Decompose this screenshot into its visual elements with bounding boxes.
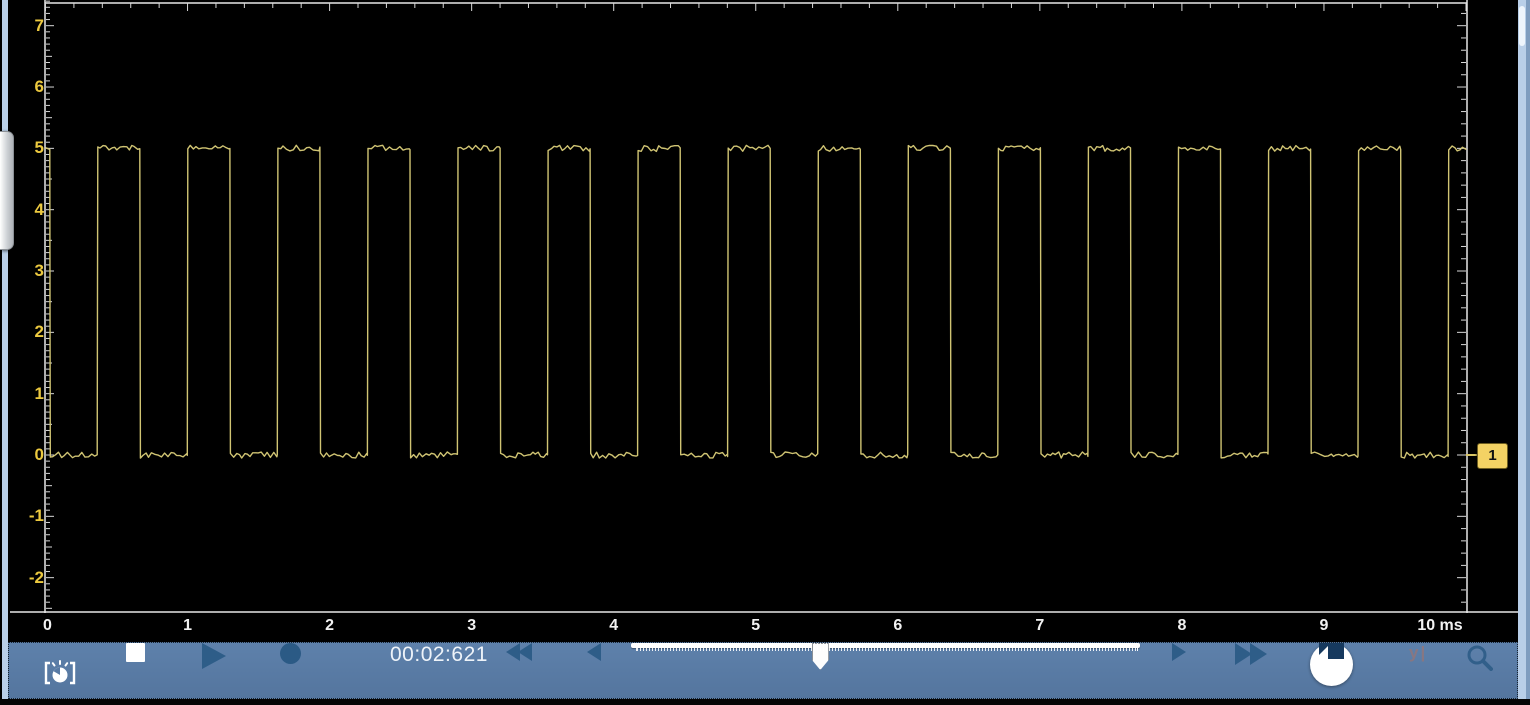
- playback-toolbar: 00:02:621 y|: [8, 642, 1518, 699]
- left-panel-tab-handle[interactable]: [0, 131, 14, 250]
- top-ruler-ticks: [46, 3, 1467, 11]
- right-scrollbar[interactable]: [1518, 0, 1526, 705]
- y-axis-label: -2: [14, 568, 44, 588]
- stopwatch-icon[interactable]: [43, 656, 77, 688]
- y-axis-label: -1: [14, 506, 44, 526]
- y-axis-label: 7: [14, 16, 44, 36]
- y-axis-label: 2: [14, 322, 44, 342]
- x-axis-label: 4: [609, 617, 618, 635]
- bottom-edge: [0, 699, 1530, 705]
- y-axis-label: 1: [14, 384, 44, 404]
- record-button[interactable]: [280, 643, 301, 664]
- smartscope-logo-button[interactable]: [1310, 643, 1353, 686]
- channel-1-trace[interactable]: [46, 145, 1467, 458]
- time-display: 00:02:621: [390, 643, 488, 667]
- left-edge-strip: [2, 0, 8, 705]
- fast-forward-button[interactable]: [1235, 643, 1265, 665]
- channel-1-badge[interactable]: 1: [1477, 443, 1508, 469]
- x-axis-label: 1: [183, 617, 192, 635]
- plot-area[interactable]: 7 6 5 4 3 2 1 0 -1 -2: [8, 0, 1518, 613]
- stop-button[interactable]: [126, 643, 145, 662]
- rewind-button[interactable]: [506, 643, 530, 661]
- step-back-button[interactable]: [587, 643, 601, 661]
- logo-square-icon: [1328, 643, 1344, 659]
- position-slider-ticks: [636, 643, 1138, 651]
- y-axis-label: 6: [14, 77, 44, 97]
- x-axis-label: 2: [325, 617, 334, 635]
- faded-indicator: y|: [1409, 643, 1427, 663]
- x-axis-label: 5: [751, 617, 760, 635]
- x-axis-label: 0: [43, 617, 52, 635]
- waveform-canvas: [8, 0, 1518, 613]
- rewind-icon: [518, 643, 532, 661]
- x-axis-label-strip: 0 1 2 3 4 5 6 7 8 9 10 ms: [8, 613, 1518, 643]
- x-axis-label: 9: [1319, 617, 1328, 635]
- magnifier-icon[interactable]: [1465, 643, 1495, 673]
- y-axis-label: 5: [14, 138, 44, 158]
- right-axis-ticks: [1457, 13, 1466, 602]
- y-axis-label: 3: [14, 261, 44, 281]
- x-axis-label: 3: [467, 617, 476, 635]
- x-axis-label: 6: [893, 617, 902, 635]
- x-axis-label: 10 ms: [1417, 617, 1462, 635]
- y-axis-label: 0: [14, 445, 44, 465]
- y-axis-label: 4: [14, 200, 44, 220]
- x-axis-label: 8: [1177, 617, 1186, 635]
- play-button[interactable]: [202, 643, 226, 669]
- right-edge-strip: [1526, 0, 1530, 705]
- step-forward-button[interactable]: [1172, 643, 1186, 661]
- x-axis-label: 7: [1035, 617, 1044, 635]
- right-scrollbar-thumb[interactable]: [1519, 6, 1525, 46]
- fast-forward-icon: [1250, 643, 1267, 665]
